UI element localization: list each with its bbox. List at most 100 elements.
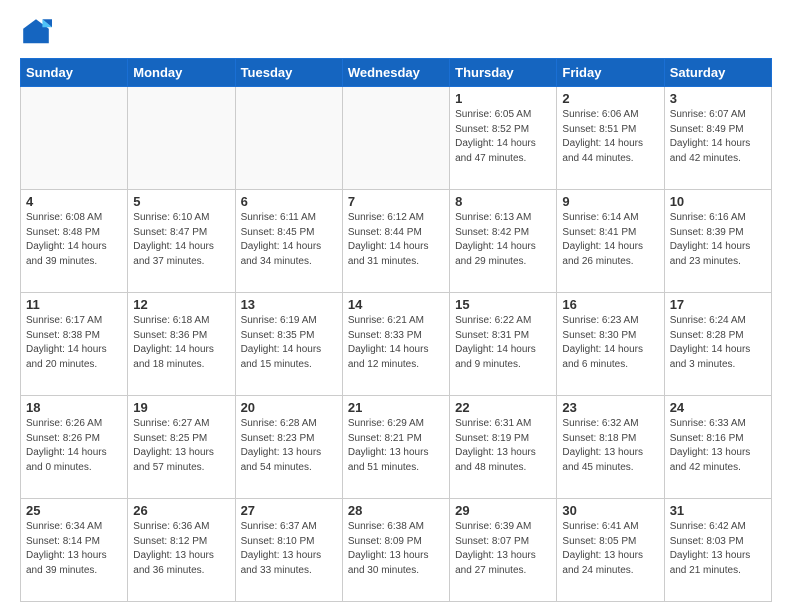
calendar-cell: 22 Sunrise: 6:31 AM Sunset: 8:19 PM Dayli… — [450, 396, 557, 499]
calendar-cell: 16 Sunrise: 6:23 AM Sunset: 8:30 PM Dayli… — [557, 293, 664, 396]
calendar-cell: 20 Sunrise: 6:28 AM Sunset: 8:23 PM Dayli… — [235, 396, 342, 499]
day-info: Sunrise: 6:41 AM Sunset: 8:05 PM Dayligh… — [562, 520, 658, 578]
day-number: 23 — [562, 400, 658, 415]
calendar-cell: 30 Sunrise: 6:41 AM Sunset: 8:05 PM Dayli… — [557, 499, 664, 602]
day-number: 17 — [670, 297, 766, 312]
calendar-cell: 28Sunrise: 6:38 AM Sunset: 8:09 PM Dayli… — [342, 499, 449, 602]
calendar-cell: 8Sunrise: 6:13 AM Sunset: 8:42 PM Daylig… — [450, 190, 557, 293]
weekday-row: SundayMondayTuesdayWednesdayThursdayFrid… — [21, 59, 772, 87]
calendar-header: SundayMondayTuesdayWednesdayThursdayFrid… — [21, 59, 772, 87]
day-number: 19 — [133, 400, 229, 415]
day-info: Sunrise: 6:26 AM Sunset: 8:26 PM Dayligh… — [26, 417, 122, 475]
day-number: 14 — [348, 297, 444, 312]
calendar-cell: 11 Sunrise: 6:17 AM Sunset: 8:38 PM Dayli… — [21, 293, 128, 396]
calendar-cell: 29Sunrise: 6:39 AM Sunset: 8:07 PM Dayli… — [450, 499, 557, 602]
calendar-cell: 18 Sunrise: 6:26 AM Sunset: 8:26 PM Dayli… — [21, 396, 128, 499]
day-number: 13 — [241, 297, 337, 312]
day-number: 9 — [562, 194, 658, 209]
day-info: Sunrise: 6:27 AM Sunset: 8:25 PM Dayligh… — [133, 417, 229, 475]
day-info: Sunrise: 6:36 AM Sunset: 8:12 PM Dayligh… — [133, 520, 229, 578]
calendar-cell — [21, 87, 128, 190]
day-info: Sunrise: 6:37 AM Sunset: 8:10 PM Dayligh… — [241, 520, 337, 578]
day-number: 21 — [348, 400, 444, 415]
day-number: 24 — [670, 400, 766, 415]
day-info: Sunrise: 6:16 AM Sunset: 8:39 PM Dayligh… — [670, 211, 766, 269]
calendar-cell: 10 Sunrise: 6:16 AM Sunset: 8:39 PM Dayli… — [664, 190, 771, 293]
day-number: 29 — [455, 503, 551, 518]
page: SundayMondayTuesdayWednesdayThursdayFrid… — [0, 0, 792, 612]
day-number: 30 — [562, 503, 658, 518]
calendar-cell — [128, 87, 235, 190]
day-info: Sunrise: 6:29 AM Sunset: 8:21 PM Dayligh… — [348, 417, 444, 475]
day-number: 20 — [241, 400, 337, 415]
day-info: Sunrise: 6:31 AM Sunset: 8:19 PM Dayligh… — [455, 417, 551, 475]
weekday-header: Tuesday — [235, 59, 342, 87]
calendar-cell — [235, 87, 342, 190]
day-info: Sunrise: 6:07 AM Sunset: 8:49 PM Dayligh… — [670, 108, 766, 166]
day-info: Sunrise: 6:10 AM Sunset: 8:47 PM Dayligh… — [133, 211, 229, 269]
day-info: Sunrise: 6:22 AM Sunset: 8:31 PM Dayligh… — [455, 314, 551, 372]
day-info: Sunrise: 6:33 AM Sunset: 8:16 PM Dayligh… — [670, 417, 766, 475]
day-number: 11 — [26, 297, 122, 312]
calendar-cell: 15 Sunrise: 6:22 AM Sunset: 8:31 PM Dayli… — [450, 293, 557, 396]
day-info: Sunrise: 6:17 AM Sunset: 8:38 PM Dayligh… — [26, 314, 122, 372]
calendar-table: SundayMondayTuesdayWednesdayThursdayFrid… — [20, 58, 772, 602]
calendar-week-row: 4 Sunrise: 6:08 AM Sunset: 8:48 PM Daylig… — [21, 190, 772, 293]
day-info: Sunrise: 6:34 AM Sunset: 8:14 PM Dayligh… — [26, 520, 122, 578]
day-number: 4 — [26, 194, 122, 209]
calendar-week-row: 25 Sunrise: 6:34 AM Sunset: 8:14 PM Dayli… — [21, 499, 772, 602]
day-info: Sunrise: 6:13 AM Sunset: 8:42 PM Dayligh… — [455, 211, 551, 269]
day-number: 27 — [241, 503, 337, 518]
day-number: 10 — [670, 194, 766, 209]
day-number: 5 — [133, 194, 229, 209]
calendar-cell: 26 Sunrise: 6:36 AM Sunset: 8:12 PM Dayli… — [128, 499, 235, 602]
calendar-cell: 23 Sunrise: 6:32 AM Sunset: 8:18 PM Dayli… — [557, 396, 664, 499]
day-number: 22 — [455, 400, 551, 415]
day-info: Sunrise: 6:28 AM Sunset: 8:23 PM Dayligh… — [241, 417, 337, 475]
calendar-body: 1 Sunrise: 6:05 AM Sunset: 8:52 PM Daylig… — [21, 87, 772, 602]
calendar-cell: 4 Sunrise: 6:08 AM Sunset: 8:48 PM Daylig… — [21, 190, 128, 293]
calendar-cell — [342, 87, 449, 190]
day-info: Sunrise: 6:21 AM Sunset: 8:33 PM Dayligh… — [348, 314, 444, 372]
day-number: 31 — [670, 503, 766, 518]
calendar-cell: 3Sunrise: 6:07 AM Sunset: 8:49 PM Daylig… — [664, 87, 771, 190]
day-info: Sunrise: 6:18 AM Sunset: 8:36 PM Dayligh… — [133, 314, 229, 372]
calendar-cell: 9 Sunrise: 6:14 AM Sunset: 8:41 PM Daylig… — [557, 190, 664, 293]
day-info: Sunrise: 6:23 AM Sunset: 8:30 PM Dayligh… — [562, 314, 658, 372]
weekday-header: Wednesday — [342, 59, 449, 87]
day-info: Sunrise: 6:12 AM Sunset: 8:44 PM Dayligh… — [348, 211, 444, 269]
calendar-week-row: 11 Sunrise: 6:17 AM Sunset: 8:38 PM Dayli… — [21, 293, 772, 396]
day-info: Sunrise: 6:05 AM Sunset: 8:52 PM Dayligh… — [455, 108, 551, 166]
day-number: 26 — [133, 503, 229, 518]
day-info: Sunrise: 6:14 AM Sunset: 8:41 PM Dayligh… — [562, 211, 658, 269]
weekday-header: Monday — [128, 59, 235, 87]
day-number: 7 — [348, 194, 444, 209]
day-number: 18 — [26, 400, 122, 415]
day-number: 1 — [455, 91, 551, 106]
calendar-cell: 17 Sunrise: 6:24 AM Sunset: 8:28 PM Dayli… — [664, 293, 771, 396]
calendar-cell: 25 Sunrise: 6:34 AM Sunset: 8:14 PM Dayli… — [21, 499, 128, 602]
day-info: Sunrise: 6:08 AM Sunset: 8:48 PM Dayligh… — [26, 211, 122, 269]
logo — [20, 16, 56, 48]
weekday-header: Friday — [557, 59, 664, 87]
calendar-week-row: 18 Sunrise: 6:26 AM Sunset: 8:26 PM Dayli… — [21, 396, 772, 499]
day-info: Sunrise: 6:32 AM Sunset: 8:18 PM Dayligh… — [562, 417, 658, 475]
day-number: 25 — [26, 503, 122, 518]
weekday-header: Thursday — [450, 59, 557, 87]
day-number: 16 — [562, 297, 658, 312]
calendar-cell: 31Sunrise: 6:42 AM Sunset: 8:03 PM Dayli… — [664, 499, 771, 602]
calendar-cell: 24 Sunrise: 6:33 AM Sunset: 8:16 PM Dayli… — [664, 396, 771, 499]
calendar-cell: 1 Sunrise: 6:05 AM Sunset: 8:52 PM Daylig… — [450, 87, 557, 190]
calendar-cell: 21 Sunrise: 6:29 AM Sunset: 8:21 PM Dayli… — [342, 396, 449, 499]
day-number: 15 — [455, 297, 551, 312]
day-info: Sunrise: 6:06 AM Sunset: 8:51 PM Dayligh… — [562, 108, 658, 166]
day-info: Sunrise: 6:24 AM Sunset: 8:28 PM Dayligh… — [670, 314, 766, 372]
calendar-cell: 14 Sunrise: 6:21 AM Sunset: 8:33 PM Dayli… — [342, 293, 449, 396]
day-number: 12 — [133, 297, 229, 312]
calendar-cell: 6 Sunrise: 6:11 AM Sunset: 8:45 PM Daylig… — [235, 190, 342, 293]
day-info: Sunrise: 6:11 AM Sunset: 8:45 PM Dayligh… — [241, 211, 337, 269]
day-number: 6 — [241, 194, 337, 209]
logo-icon — [20, 16, 52, 48]
weekday-header: Saturday — [664, 59, 771, 87]
day-info: Sunrise: 6:38 AM Sunset: 8:09 PM Dayligh… — [348, 520, 444, 578]
